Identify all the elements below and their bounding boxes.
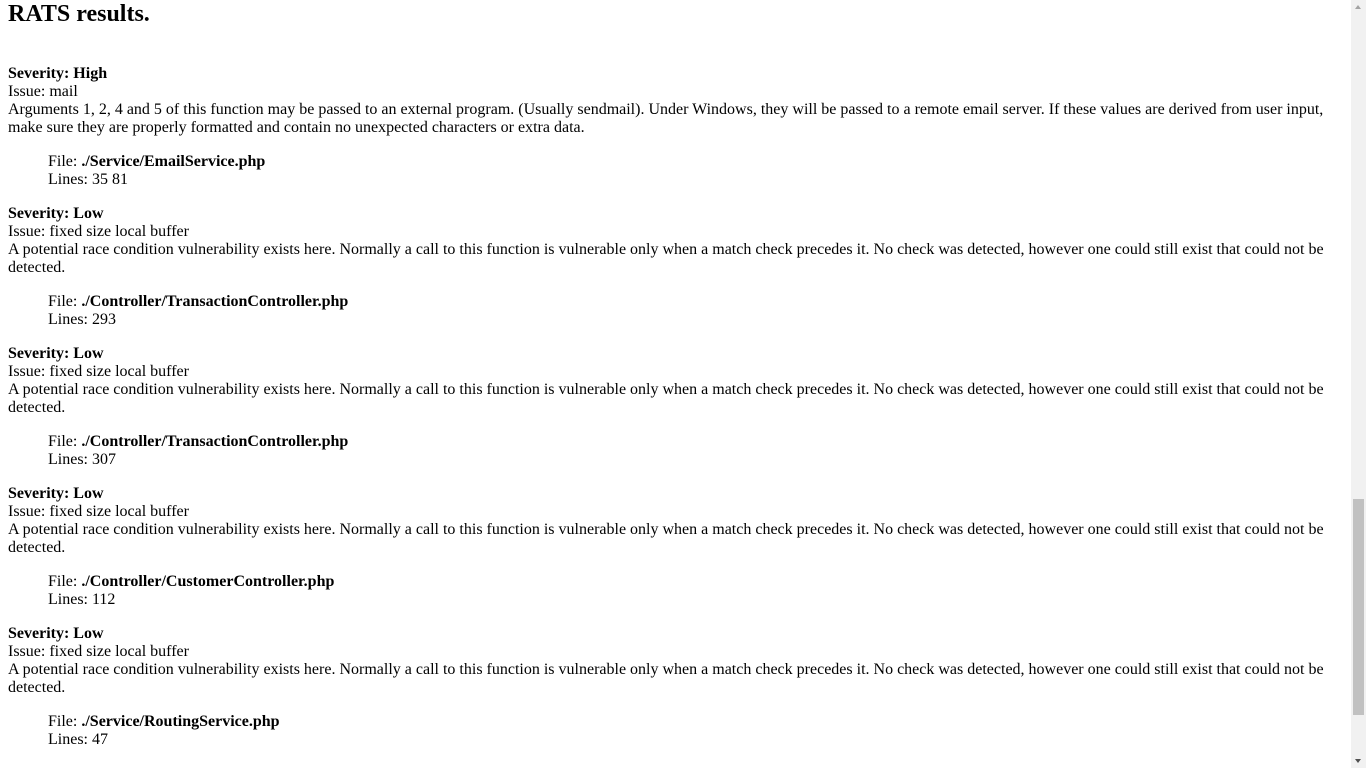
file-block: File: ./Service/EmailService.php Lines: …	[48, 153, 1342, 189]
file-block: File: ./Controller/TransactionController…	[48, 433, 1342, 469]
file-block: File: ./Controller/CustomerController.ph…	[48, 573, 1342, 609]
file-path: ./Controller/TransactionController.php	[81, 293, 349, 310]
scroll-up-button[interactable]	[1351, 0, 1366, 15]
lines-line: Lines: 47	[48, 731, 108, 748]
lines-line: Lines: 307	[48, 451, 116, 468]
lines-line: Lines: 293	[48, 311, 116, 328]
file-line: File: ./Service/EmailService.php	[48, 153, 1342, 171]
file-label: File:	[48, 153, 82, 170]
severity-label: Severity: Low	[8, 625, 104, 642]
file-line: File: ./Controller/TransactionController…	[48, 433, 1342, 451]
file-line: File: ./Controller/CustomerController.ph…	[48, 573, 1342, 591]
issue-description: Arguments 1, 2, 4 and 5 of this function…	[8, 101, 1324, 136]
severity-label: Severity: High	[8, 65, 108, 82]
issue-name: Issue: mail	[8, 83, 78, 100]
arrow-up-icon	[1355, 5, 1361, 9]
severity-label: Severity: Low	[8, 345, 104, 362]
file-label: File:	[48, 293, 82, 310]
file-path: ./Controller/TransactionController.php	[81, 433, 349, 450]
file-block: File: ./Controller/TransactionController…	[48, 293, 1342, 329]
issue-description: A potential race condition vulnerability…	[8, 661, 1324, 696]
issue-name: Issue: fixed size local buffer	[8, 363, 189, 380]
file-label: File:	[48, 433, 82, 450]
file-path: ./Controller/CustomerController.php	[81, 573, 335, 590]
file-line: File: ./Controller/TransactionController…	[48, 293, 1342, 311]
severity-label: Severity: Low	[8, 205, 104, 222]
issue-description: A potential race condition vulnerability…	[8, 241, 1324, 276]
issue-entry: Severity: Low Issue: fixed size local bu…	[8, 485, 1342, 609]
file-block: File: ./Service/RoutingService.php Lines…	[48, 713, 1342, 749]
issue-name: Issue: fixed size local buffer	[8, 223, 189, 240]
issue-entry: Severity: High Issue: mail Arguments 1, …	[8, 65, 1342, 189]
file-path: ./Service/RoutingService.php	[81, 713, 280, 730]
arrow-down-icon	[1355, 759, 1361, 763]
vertical-scrollbar[interactable]	[1351, 0, 1366, 768]
page-title: RATS results.	[8, 1, 150, 27]
scrollbar-thumb[interactable]	[1353, 499, 1364, 715]
issue-description: A potential race condition vulnerability…	[8, 381, 1324, 416]
issue-entry: Severity: Low Issue: fixed size local bu…	[8, 625, 1342, 749]
file-line: File: ./Service/RoutingService.php	[48, 713, 1342, 731]
scroll-down-button[interactable]	[1351, 753, 1366, 768]
issue-entry: Severity: Low Issue: fixed size local bu…	[8, 205, 1342, 329]
lines-line: Lines: 112	[48, 591, 116, 608]
lines-line: Lines: 35 81	[48, 171, 128, 188]
issue-name: Issue: fixed size local buffer	[8, 643, 189, 660]
file-label: File:	[48, 573, 82, 590]
issue-entry: Severity: Low Issue: fixed size local bu…	[8, 345, 1342, 469]
file-label: File:	[48, 713, 82, 730]
file-path: ./Service/EmailService.php	[81, 153, 266, 170]
issue-name: Issue: fixed size local buffer	[8, 503, 189, 520]
issue-description: A potential race condition vulnerability…	[8, 521, 1324, 556]
severity-label: Severity: Low	[8, 485, 104, 502]
